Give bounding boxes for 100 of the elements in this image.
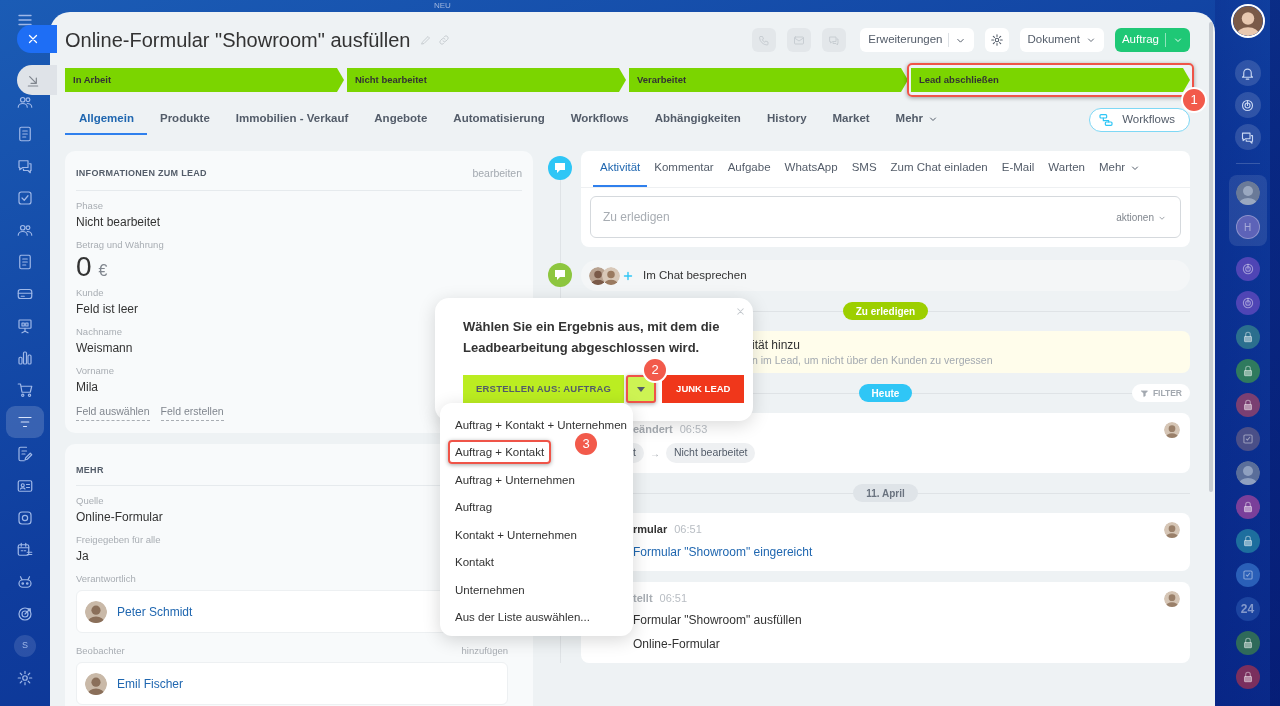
arrow-icon: → [649, 445, 660, 461]
menu-item[interactable]: Kontakt [448, 550, 501, 575]
workflows-button[interactable]: Workflows [1089, 108, 1190, 132]
event-text: Online-Formular [633, 636, 721, 653]
lock-icon[interactable] [1235, 631, 1260, 655]
stage-step[interactable]: Verarbeitet [629, 68, 908, 92]
popup-message: Wählen Sie ein Ergebnis aus, mit dem die Leadbearbeitung abgeschlossen wird. [463, 318, 721, 357]
menu-item[interactable]: Unternehmen [448, 577, 532, 602]
tab[interactable]: WhatsApp [777, 151, 845, 187]
tab[interactable]: Mehr [1091, 151, 1149, 187]
phone-icon [758, 33, 771, 47]
create-button[interactable]: ERSTELLEN AUS: AUFTRAG [463, 375, 625, 403]
tab[interactable]: Abhängigkeiten [641, 105, 754, 135]
lock-icon[interactable] [1235, 325, 1260, 349]
checkbox-icon[interactable] [16, 189, 34, 207]
stage-step[interactable]: In Arbeit [65, 68, 344, 92]
field-label: Vorname [76, 364, 115, 377]
settings-button[interactable] [984, 28, 1009, 52]
tab[interactable]: Kommentar [647, 151, 721, 187]
lock-icon[interactable] [1235, 393, 1260, 417]
tab[interactable]: Aktivität [593, 151, 648, 187]
tab[interactable]: Market [819, 105, 883, 135]
section-title: INFORMATIONEN ZUM LEAD [76, 167, 207, 181]
currency-symbol: € [98, 260, 108, 281]
document-dropdown[interactable]: Dokument [1019, 28, 1104, 52]
document-icon[interactable] [16, 125, 34, 143]
tab[interactable]: SMS [844, 151, 884, 187]
field-link[interactable]: Feld auswählen [76, 403, 150, 421]
scrollbar[interactable] [1209, 22, 1213, 492]
extensions-dropdown[interactable]: Erweiterungen [860, 28, 974, 52]
notification-icon[interactable] [1240, 65, 1255, 81]
chat-icon[interactable] [1240, 129, 1255, 145]
date-badge: Zu erledigen [842, 302, 929, 320]
calendar-icon[interactable] [16, 541, 34, 559]
app-icon[interactable] [1235, 291, 1260, 315]
tab[interactable]: History [753, 105, 820, 135]
avatar [1164, 522, 1180, 538]
document-icon[interactable] [16, 253, 34, 271]
stage-step[interactable]: Nicht bearbeitet [347, 68, 626, 92]
page-title: Online-Formular "Showroom" ausfüllen [65, 28, 411, 52]
target-icon[interactable] [16, 605, 34, 623]
field-value: Ja [76, 549, 89, 564]
field-value: Weismann [76, 340, 133, 356]
menu-item[interactable]: Kontakt + Unternehmen [448, 522, 584, 547]
tab[interactable]: Workflows [557, 105, 642, 135]
menu-item[interactable]: Auftrag + Unternehmen [448, 467, 582, 492]
user-link[interactable]: Emil Fischer [117, 674, 183, 693]
callout-badge: 2 [644, 359, 667, 381]
bar-chart-icon[interactable] [16, 349, 34, 367]
dropdown-toggle[interactable] [626, 375, 657, 403]
comment-icon [548, 263, 572, 287]
tab[interactable]: Allgemein [65, 105, 147, 135]
date-badge: Heute [858, 384, 913, 402]
lock-icon[interactable] [1235, 665, 1260, 689]
document-edit-icon[interactable] [16, 445, 34, 463]
tab[interactable]: E-Mail [994, 151, 1042, 187]
chat-icon[interactable] [16, 157, 34, 175]
field-label: Beobachter [76, 645, 125, 657]
menu-item[interactable]: Auftrag [448, 495, 500, 520]
tab[interactable]: Zum Chat einladen [883, 151, 995, 187]
field-link[interactable]: Feld erstellen [160, 403, 224, 421]
camera-icon[interactable] [16, 509, 34, 527]
presentation-icon[interactable] [16, 317, 34, 335]
tab[interactable]: Aufgabe [720, 151, 778, 187]
callout-badge: 1 [1183, 89, 1205, 111]
field-label: Quelle [76, 495, 104, 507]
lock-icon[interactable] [1235, 495, 1260, 519]
lock-icon[interactable] [1235, 359, 1260, 383]
settings-icon[interactable] [16, 669, 34, 687]
tab[interactable]: Produkte [146, 105, 223, 135]
new-label: NEU [434, 1, 451, 11]
task-icon[interactable] [1235, 563, 1260, 587]
actions-dropdown[interactable]: aktionen [1116, 210, 1167, 225]
field-label: Phase [76, 199, 103, 212]
lock-icon[interactable] [1235, 529, 1260, 553]
app-icon[interactable] [1235, 257, 1260, 281]
user-initial[interactable]: S [14, 635, 36, 657]
avatar [1230, 4, 1265, 38]
tab[interactable]: Mehr [882, 105, 953, 135]
robot-icon[interactable] [16, 573, 34, 591]
tab[interactable]: Automatisierung [440, 105, 558, 135]
close-button[interactable] [17, 25, 57, 53]
stage-step[interactable]: Lead abschließen [911, 68, 1190, 92]
user-link[interactable]: Peter Schmidt [117, 602, 193, 621]
contact-card-icon[interactable] [16, 477, 34, 495]
field-value: Online-Formular [76, 510, 163, 525]
cart-icon[interactable] [16, 381, 34, 399]
form-link[interactable]: Formular "Showroom" eingereicht [633, 543, 1180, 561]
avatar [1164, 422, 1180, 438]
chat-icon [828, 33, 841, 47]
task-icon[interactable] [1235, 427, 1260, 451]
tab[interactable]: Immobilien - Verkauf [222, 105, 362, 135]
tab[interactable]: Angebote [361, 105, 441, 135]
junk-button[interactable]: JUNK LEAD [662, 375, 745, 403]
field-label: Nachname [76, 325, 122, 338]
collapse-button[interactable] [17, 65, 57, 95]
chat-bar[interactable]: Im Chat besprechen [581, 260, 1190, 291]
stage-pill: Nicht bearbeitet [665, 443, 756, 463]
tab[interactable]: Warten [1041, 151, 1092, 187]
menu-item[interactable]: Aus der Liste auswählen... [448, 605, 597, 630]
